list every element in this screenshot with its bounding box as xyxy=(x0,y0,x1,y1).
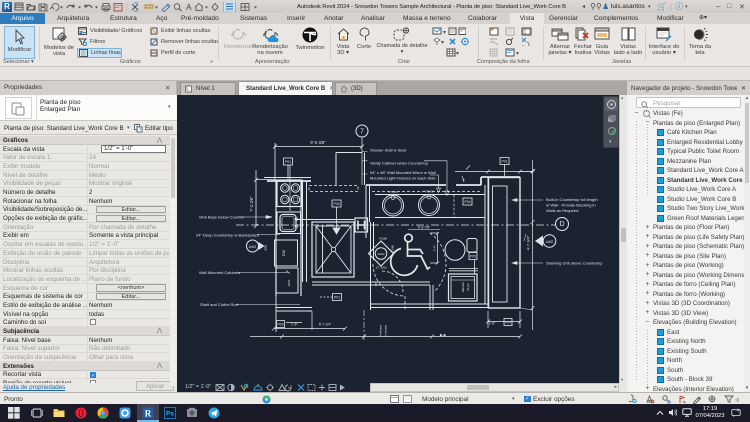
svg-text:Built-In Countertop full lengt: Built-In Countertop full length xyxy=(546,197,598,202)
svg-text:Walls as Required.: Walls as Required. xyxy=(546,208,579,213)
svg-text:P01: P01 xyxy=(285,160,291,164)
svg-text:2'-8": 2'-8" xyxy=(433,245,437,251)
svg-text:A402: A402 xyxy=(249,245,257,249)
svg-text:P01: P01 xyxy=(501,160,507,164)
svg-text:4"5(M): 4"5(M) xyxy=(379,237,387,241)
svg-text:P04: P04 xyxy=(333,202,339,206)
svg-text:P04: P04 xyxy=(505,321,511,325)
svg-text:R: R xyxy=(145,409,152,419)
svg-text:1'-6": 1'-6" xyxy=(489,322,497,326)
svg-text:2"5(M): 2"5(M) xyxy=(391,245,395,253)
svg-text:Shelf and Cloths Rod: Shelf and Cloths Rod xyxy=(200,302,238,307)
svg-text:3(M): 3(M) xyxy=(264,245,268,251)
svg-text:▾: ▾ xyxy=(443,30,446,36)
svg-text:P01: P01 xyxy=(334,296,340,300)
svg-text:303F: 303F xyxy=(287,279,291,286)
svg-text:Ps: Ps xyxy=(166,411,174,418)
svg-text:▾: ▾ xyxy=(441,40,444,46)
svg-text:5'-6 7/8": 5'-6 7/8" xyxy=(418,226,431,230)
svg-text:A402: A402 xyxy=(546,240,554,244)
svg-text:Shelving Unit above Countertop: Shelving Unit above Countertop xyxy=(546,261,603,266)
svg-text:Mounted Light Fixtures on Each: Mounted Light Fixtures on Each Side xyxy=(370,176,436,181)
svg-text:4'-7 3/4": 4'-7 3/4" xyxy=(526,235,531,250)
svg-text:Sink Base below Counter: Sink Base below Counter xyxy=(199,215,245,220)
svg-text:P03: P03 xyxy=(277,323,283,327)
svg-text:4"5(M): 4"5(M) xyxy=(389,190,398,194)
svg-text:5'-7 1/4": 5'-7 1/4" xyxy=(319,323,332,327)
svg-text:A402: A402 xyxy=(377,252,384,256)
svg-text:7'-4 3/8": 7'-4 3/8" xyxy=(249,196,254,212)
svg-text:▾: ▾ xyxy=(516,51,519,57)
svg-text:Shower Stall w Seat: Shower Stall w Seat xyxy=(370,148,407,153)
svg-text:12"-3(M): 12"-3(M) xyxy=(376,266,387,270)
svg-text:Washer: Washer xyxy=(461,282,465,292)
svg-text:of Wall - Provide Blocking in: of Wall - Provide Blocking in xyxy=(546,203,596,208)
svg-text:Polished: Polished xyxy=(379,325,383,337)
svg-text:A: A xyxy=(186,2,192,12)
svg-text:24" Deep Countertop w Backspla: 24" Deep Countertop w Backsplash xyxy=(196,233,259,238)
svg-text:54" x 48" Wall Mounted Mirror: 54" x 48" Wall Mounted Mirror w Wall xyxy=(370,170,436,175)
svg-text:6'-5 3/8": 6'-5 3/8" xyxy=(310,140,326,145)
svg-text:Wall Mounted Cabinets: Wall Mounted Cabinets xyxy=(199,270,240,275)
svg-text:P05: P05 xyxy=(470,255,476,259)
svg-text:▾: ▾ xyxy=(456,51,459,57)
svg-text:Concrete: Concrete xyxy=(384,325,388,338)
svg-text:7: 7 xyxy=(360,129,364,136)
svg-text:DW: DW xyxy=(282,249,286,256)
svg-text:P04: P04 xyxy=(464,200,470,204)
svg-text:1': 1' xyxy=(463,178,466,182)
svg-text:D: D xyxy=(559,221,564,228)
svg-text:Dryer: Dryer xyxy=(466,283,470,290)
svg-text:Vanity Cabinet under Counterto: Vanity Cabinet under Countertop xyxy=(370,161,429,166)
svg-text:1'-6": 1'-6" xyxy=(291,323,299,327)
